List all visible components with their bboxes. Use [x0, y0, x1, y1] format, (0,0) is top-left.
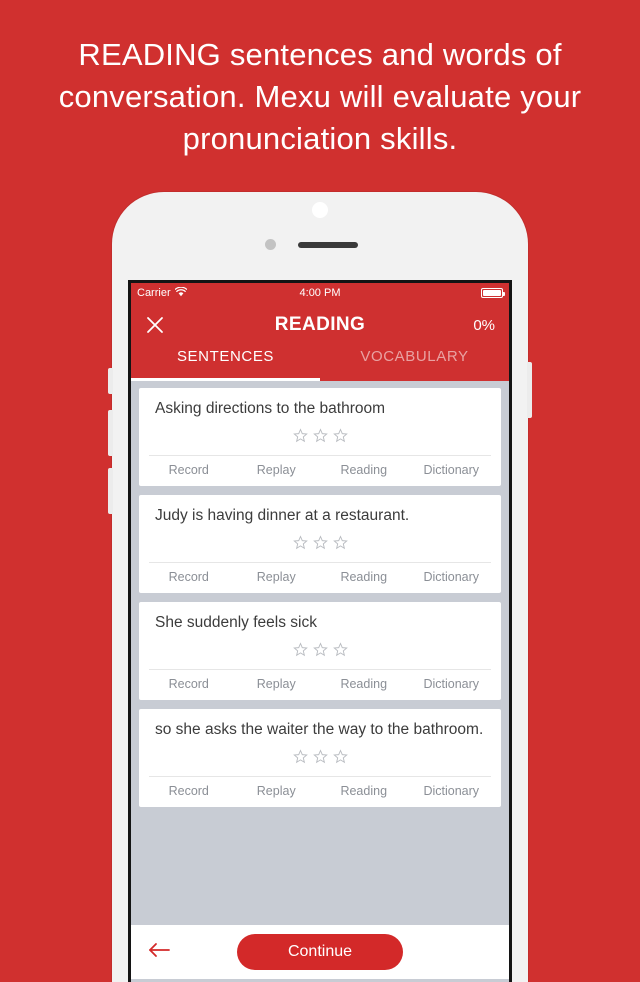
star-outline-icon[interactable] [332, 749, 348, 769]
arrow-left-icon[interactable] [147, 941, 171, 964]
star-rating[interactable] [139, 749, 501, 769]
star-outline-icon[interactable] [312, 535, 328, 555]
reading-button[interactable]: Reading [320, 677, 408, 691]
status-bar: Carrier 4:00 PM [131, 283, 509, 303]
star-outline-icon[interactable] [332, 428, 348, 448]
replay-button[interactable]: Replay [233, 677, 321, 691]
card-action-row: Record Replay Reading Dictionary [139, 563, 501, 593]
dictionary-button[interactable]: Dictionary [408, 784, 496, 798]
star-outline-icon[interactable] [312, 642, 328, 662]
continue-button[interactable]: Continue [237, 934, 403, 970]
star-rating[interactable] [139, 535, 501, 555]
record-button[interactable]: Record [145, 677, 233, 691]
star-outline-icon[interactable] [312, 749, 328, 769]
record-button[interactable]: Record [145, 570, 233, 584]
bottom-bar: Continue [131, 925, 509, 979]
progress-percent: 0% [473, 316, 495, 334]
tab-sentences[interactable]: SENTENCES [131, 347, 320, 381]
dictionary-button[interactable]: Dictionary [408, 677, 496, 691]
dictionary-button[interactable]: Dictionary [408, 570, 496, 584]
star-outline-icon[interactable] [332, 642, 348, 662]
reading-button[interactable]: Reading [320, 784, 408, 798]
star-outline-icon[interactable] [292, 642, 308, 662]
table-row[interactable]: She suddenly feels sick Record Replay Re… [139, 602, 501, 700]
screen-title: READING [274, 314, 366, 335]
table-row[interactable]: so she asks the waiter the way to the ba… [139, 709, 501, 807]
table-row[interactable]: Asking directions to the bathroom Record… [139, 388, 501, 486]
card-action-row: Record Replay Reading Dictionary [139, 777, 501, 807]
replay-button[interactable]: Replay [233, 463, 321, 477]
star-outline-icon[interactable] [292, 428, 308, 448]
volume-up-button [108, 410, 113, 456]
star-outline-icon[interactable] [292, 749, 308, 769]
star-outline-icon[interactable] [332, 535, 348, 555]
phone-screen: Carrier 4:00 PM READING 0% SENTENCES VOC… [128, 280, 512, 982]
record-button[interactable]: Record [145, 784, 233, 798]
star-outline-icon[interactable] [292, 535, 308, 555]
navigation-bar: READING 0% [131, 303, 509, 347]
volume-down-button [108, 468, 113, 514]
reading-button[interactable]: Reading [320, 463, 408, 477]
sentence-text: Judy is having dinner at a restaurant. [155, 507, 410, 524]
star-outline-icon[interactable] [312, 428, 328, 448]
silent-switch [108, 368, 113, 394]
reading-button[interactable]: Reading [320, 570, 408, 584]
sentence-text: so she asks the waiter the way to the ba… [155, 721, 484, 738]
earpiece-speaker [298, 242, 358, 248]
tab-bar: SENTENCES VOCABULARY [131, 347, 509, 381]
sentence-text: She suddenly feels sick [155, 614, 317, 631]
front-camera-icon [265, 239, 276, 250]
power-button [527, 362, 532, 418]
card-action-row: Record Replay Reading Dictionary [139, 456, 501, 486]
star-rating[interactable] [139, 642, 501, 662]
card-action-row: Record Replay Reading Dictionary [139, 670, 501, 700]
record-button[interactable]: Record [145, 463, 233, 477]
replay-button[interactable]: Replay [233, 784, 321, 798]
page-title: READING sentences and words of conversat… [58, 37, 582, 156]
sentence-text: Asking directions to the bathroom [155, 400, 386, 417]
star-rating[interactable] [139, 428, 501, 448]
tab-vocabulary[interactable]: VOCABULARY [320, 347, 509, 381]
battery-icon [481, 288, 505, 298]
sentence-card-list[interactable]: Asking directions to the bathroom Record… [131, 381, 509, 925]
table-row[interactable]: Judy is having dinner at a restaurant. R… [139, 495, 501, 593]
top-indicator-dot [312, 202, 328, 218]
status-bar-time: 4:00 PM [299, 287, 341, 299]
replay-button[interactable]: Replay [233, 570, 321, 584]
dictionary-button[interactable]: Dictionary [408, 463, 496, 477]
phone-mockup: Carrier 4:00 PM READING 0% SENTENCES VOC… [108, 192, 532, 982]
